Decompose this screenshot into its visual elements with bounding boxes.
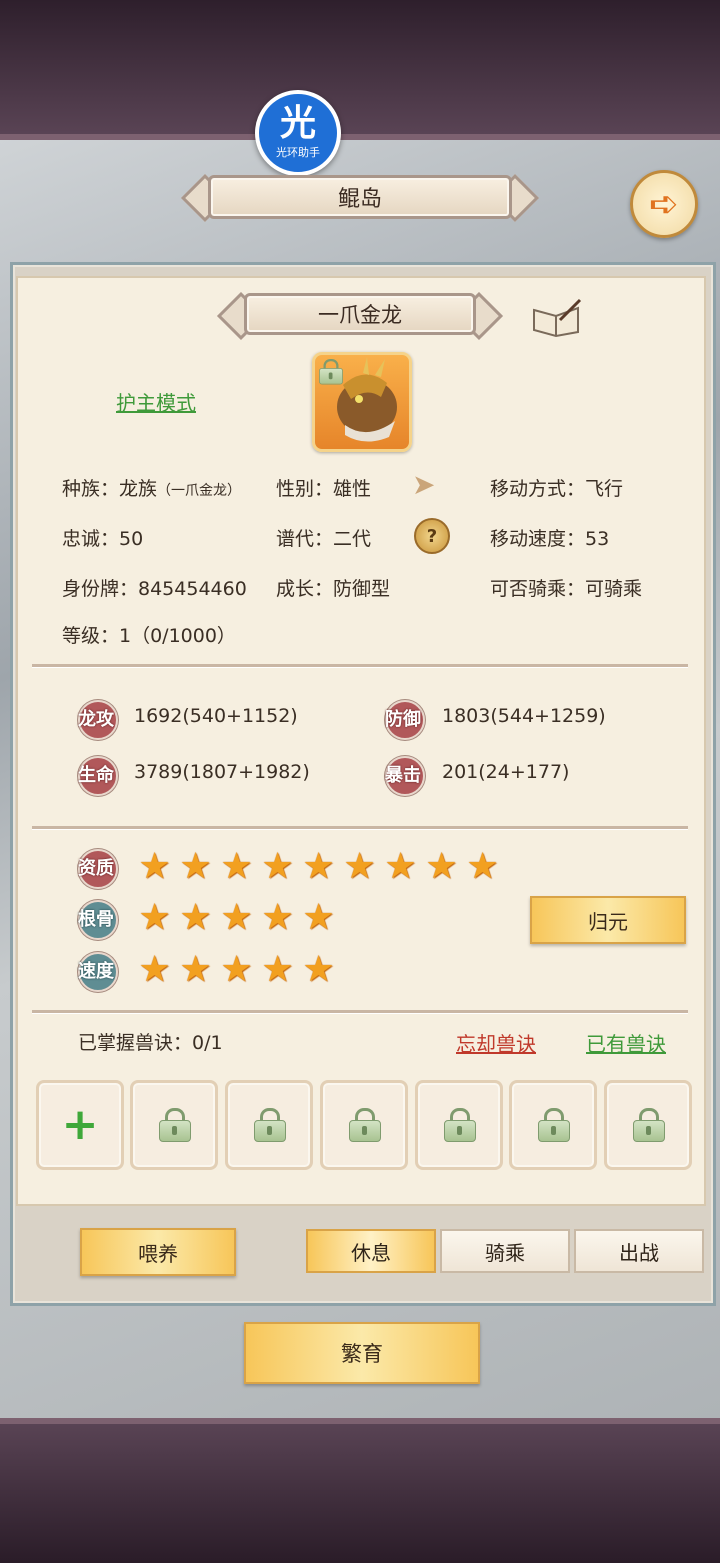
star-icon: ★	[179, 897, 212, 938]
aptitude-icon: 资质	[76, 847, 118, 889]
star-icon: ★	[343, 846, 376, 887]
skill-count: 已掌握兽诀：0/1	[78, 1032, 223, 1054]
aptitude-stars: ★ ★ ★ ★ ★ ★ ★ ★ ★	[136, 848, 501, 885]
star-icon: ★	[261, 897, 294, 938]
loyalty-info: 忠诚：50	[62, 528, 144, 550]
pet-name: 一爪金龙	[244, 293, 476, 335]
star-icon: ★	[261, 846, 294, 887]
hp-stat-icon: 生命	[76, 754, 118, 796]
defense-stat-icon: 防御	[383, 698, 425, 740]
portrait-lock-icon	[319, 359, 343, 385]
star-icon: ★	[302, 897, 335, 938]
owned-skill-link[interactable]: 已有兽诀	[586, 1028, 666, 1057]
location-title: 鲲岛	[208, 175, 512, 219]
skill-slot-locked[interactable]	[509, 1080, 597, 1170]
plus-icon: +	[61, 1099, 99, 1150]
race-sub: （一爪金龙）	[157, 483, 242, 499]
race-info: 种族：龙族（一爪金龙）	[62, 474, 241, 501]
rename-book-icon[interactable]	[530, 298, 582, 338]
bottom-frame	[0, 1418, 720, 1563]
tab-ride[interactable]: 骑乘	[440, 1229, 570, 1273]
pet-portrait[interactable]	[312, 352, 412, 452]
speed-stars: ★ ★ ★ ★ ★	[136, 951, 337, 988]
add-skill-slot[interactable]: +	[36, 1080, 124, 1170]
hp-stat-value: 3789(1807+1982)	[134, 761, 310, 783]
attack-stat-value: 1692(540+1152)	[134, 705, 298, 727]
level-info: 等级：1（0/1000）	[62, 625, 236, 647]
lock-icon	[254, 1108, 286, 1142]
skill-slot-locked[interactable]	[415, 1080, 503, 1170]
back-arrow-icon: ➪	[648, 183, 680, 225]
section-divider	[32, 1010, 688, 1014]
guard-mode-link[interactable]: 护主模式	[116, 387, 196, 416]
star-icon: ★	[179, 846, 212, 887]
star-icon: ★	[179, 949, 212, 990]
star-icon: ★	[138, 846, 171, 887]
star-icon: ★	[138, 949, 171, 990]
defense-stat-value: 1803(544+1259)	[442, 705, 606, 727]
star-icon: ★	[220, 846, 253, 887]
star-icon: ★	[261, 949, 294, 990]
helper-app-badge[interactable]: 光 光环助手	[255, 90, 341, 176]
bone-icon: 根骨	[76, 898, 118, 940]
skill-slot-locked[interactable]	[604, 1080, 692, 1170]
star-icon: ★	[220, 949, 253, 990]
tab-battle[interactable]: 出战	[574, 1229, 704, 1273]
id-tag-info: 身份牌：845454460	[62, 578, 247, 600]
skill-slot-locked[interactable]	[130, 1080, 218, 1170]
skill-slot-locked[interactable]	[320, 1080, 408, 1170]
lock-icon	[633, 1108, 665, 1142]
helper-label: 光环助手	[276, 146, 320, 159]
gender-info: 性别：雄性	[276, 478, 372, 500]
top-frame	[0, 0, 720, 140]
race-label: 种族：龙族	[62, 478, 158, 500]
help-icon[interactable]: ?	[414, 518, 450, 554]
lock-icon	[444, 1108, 476, 1142]
star-icon: ★	[302, 846, 335, 887]
star-icon: ★	[384, 846, 417, 887]
speed-icon: 速度	[76, 950, 118, 992]
star-icon: ★	[138, 897, 171, 938]
section-divider	[32, 664, 688, 668]
attack-stat-icon: 龙攻	[76, 698, 118, 740]
lock-icon	[538, 1108, 570, 1142]
helper-glyph: 光	[279, 103, 316, 144]
feed-button[interactable]: 喂养	[80, 1228, 236, 1276]
star-icon: ★	[425, 846, 458, 887]
section-divider	[32, 826, 688, 830]
star-icon: ★	[302, 949, 335, 990]
bone-stars: ★ ★ ★ ★ ★	[136, 899, 337, 936]
generation-info: 谱代：二代	[276, 528, 372, 550]
location-title-plate: 鲲岛	[180, 172, 540, 223]
lock-icon	[159, 1108, 191, 1142]
crit-stat-value: 201(24+177)	[442, 761, 570, 783]
gender-arrow-icon[interactable]: ➤	[412, 468, 446, 502]
move-type-info: 移动方式：飞行	[490, 478, 624, 500]
lock-icon	[349, 1108, 381, 1142]
breed-button[interactable]: 繁育	[244, 1322, 480, 1384]
reset-button[interactable]: 归元	[530, 896, 686, 944]
tab-rest[interactable]: 休息	[306, 1229, 436, 1273]
star-icon: ★	[220, 897, 253, 938]
back-button[interactable]: ➪	[630, 170, 698, 238]
rideable-info: 可否骑乘：可骑乘	[490, 578, 643, 600]
skill-slot-locked[interactable]	[225, 1080, 313, 1170]
move-speed-info: 移动速度：53	[490, 528, 610, 550]
pet-name-plate: 一爪金龙	[216, 290, 504, 341]
star-icon: ★	[466, 846, 499, 887]
growth-info: 成长：防御型	[276, 578, 391, 600]
crit-stat-icon: 暴击	[383, 754, 425, 796]
forget-skill-link[interactable]: 忘却兽诀	[456, 1028, 536, 1057]
